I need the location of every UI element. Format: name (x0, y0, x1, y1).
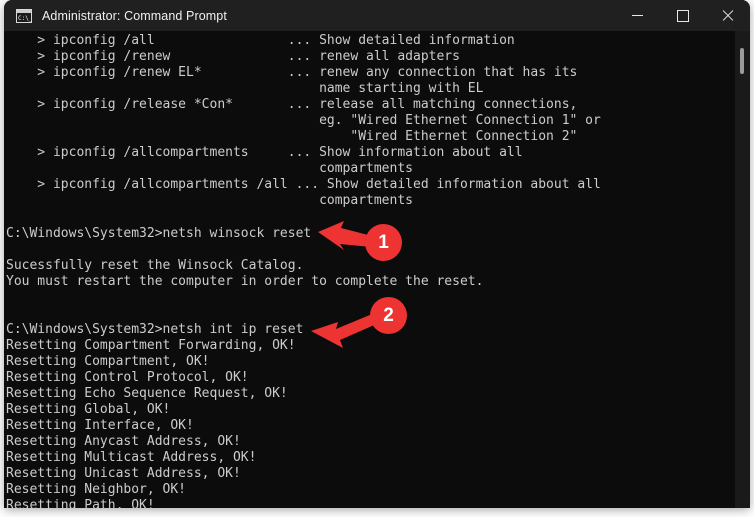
command-prompt-icon: C:\_ (16, 8, 33, 23)
maximize-icon (676, 9, 689, 22)
console-scrollbar[interactable] (735, 31, 750, 508)
close-icon (722, 10, 734, 22)
svg-text:C:\_: C:\_ (18, 15, 32, 22)
console-output-area[interactable]: > ipconfig /all ... Show detailed inform… (4, 31, 750, 508)
minimize-icon (632, 15, 643, 16)
window-title: Administrator: Command Prompt (42, 8, 227, 23)
command-prompt-window: C:\_ Administrator: Command Prompt > ipc… (4, 0, 750, 508)
maximize-button[interactable] (660, 0, 705, 31)
console-text: > ipconfig /all ... Show detailed inform… (6, 33, 601, 508)
close-button[interactable] (705, 0, 750, 31)
title-bar[interactable]: C:\_ Administrator: Command Prompt (4, 0, 750, 31)
minimize-button[interactable] (615, 0, 660, 31)
window-controls (615, 0, 750, 31)
scrollbar-thumb[interactable] (740, 48, 744, 74)
